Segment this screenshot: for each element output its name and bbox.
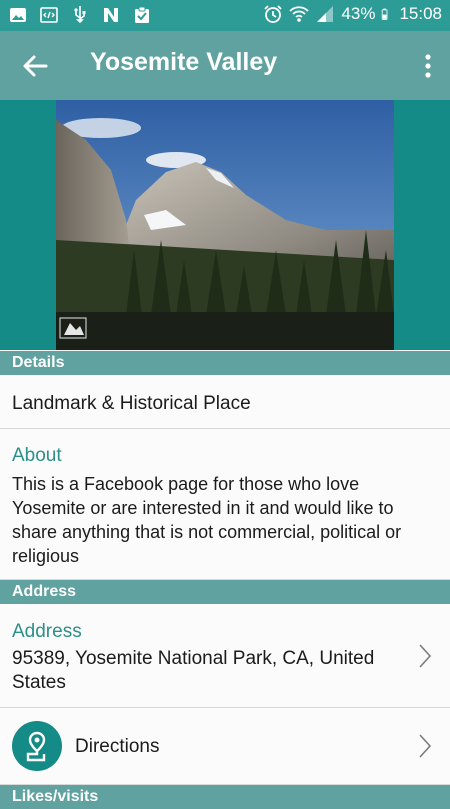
alarm-icon: [264, 5, 283, 23]
battery-percent: 43%: [341, 4, 376, 23]
app-bar: Yosemite Valley: [0, 31, 450, 100]
address-label: Address: [12, 621, 82, 642]
category-row: Landmark & Historical Place: [0, 375, 450, 429]
usb-icon: [74, 6, 86, 24]
clock: 15:08: [399, 4, 442, 23]
more-vertical-icon[interactable]: [422, 51, 434, 81]
about-label: About: [12, 445, 62, 466]
section-header-address: Address: [0, 580, 450, 604]
clipboard-check-icon: [135, 6, 149, 23]
photo-illustration: [56, 100, 394, 350]
section-header-likes: Likes/visits: [0, 785, 450, 809]
about-text: This is a Facebook page for those who lo…: [12, 474, 402, 566]
wifi-icon: [289, 6, 310, 22]
directions-icon: [12, 721, 62, 771]
place-photo[interactable]: [56, 100, 394, 350]
arrow-left-icon[interactable]: [20, 51, 50, 81]
address-row[interactable]: Address 95389, Yosemite National Park, C…: [0, 604, 450, 708]
page-title: Yosemite Valley: [90, 48, 278, 76]
section-header-details: Details: [0, 351, 450, 375]
n-icon: [104, 8, 118, 22]
image-icon: [10, 8, 26, 22]
signal-icon: [317, 6, 334, 22]
status-bar: 43% 15:08: [0, 0, 450, 31]
chevron-right-icon: [419, 644, 432, 668]
address-text: 95389, Yosemite National Park, CA, Unite…: [12, 648, 375, 693]
category-text: Landmark & Historical Place: [12, 393, 251, 414]
code-icon: [40, 7, 58, 23]
about-row: About This is a Facebook page for those …: [0, 429, 450, 580]
chevron-right-icon: [419, 734, 432, 758]
directions-row[interactable]: Directions: [0, 708, 450, 785]
directions-label: Directions: [75, 736, 160, 757]
hero-section: [0, 100, 450, 350]
battery-icon: [382, 8, 388, 20]
